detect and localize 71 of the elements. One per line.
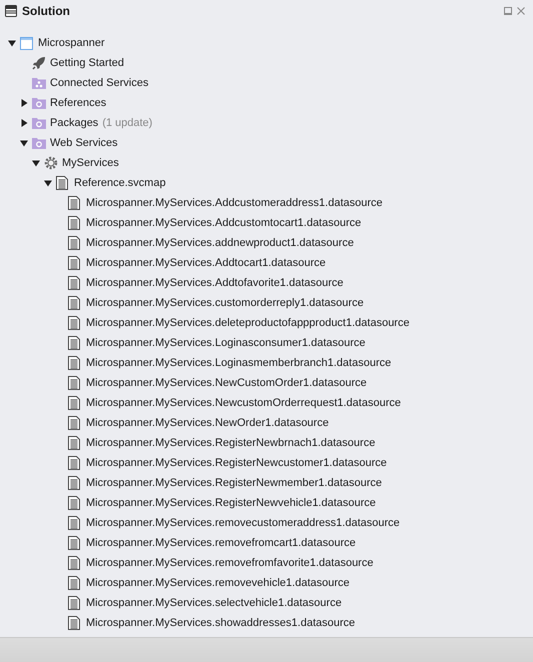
folder-icon [32, 97, 46, 109]
tree-item[interactable]: Microspanner.MyServices.deleteproductofappproduct1.datasource [86, 317, 410, 329]
tree-item[interactable]: References [50, 97, 106, 109]
document-icon [68, 276, 80, 290]
expand-arrow-icon[interactable] [20, 99, 28, 107]
tree-item[interactable]: MyServices [62, 157, 119, 169]
document-icon [68, 296, 80, 310]
tree-item[interactable]: Microspanner.MyServices.RegisterNewvehicle1.datasource [86, 497, 376, 509]
tree-item[interactable]: Microspanner.MyServices.removevehicle1.datasource [86, 577, 350, 589]
document-icon [56, 176, 68, 190]
document-icon [68, 216, 80, 230]
tree-item[interactable]: Microspanner.MyServices.showaddresses1.datasource [86, 617, 356, 629]
document-icon [68, 516, 80, 530]
collapse-arrow-icon[interactable] [32, 159, 40, 167]
document-icon [68, 396, 80, 410]
document-icon [68, 436, 80, 450]
document-icon [68, 416, 80, 430]
tree-item[interactable]: Microspanner.MyServices.removefromfavorite1.datasource [86, 557, 374, 569]
document-icon [68, 496, 80, 510]
collapse-arrow-icon[interactable] [8, 39, 16, 47]
collapse-arrow-icon[interactable] [20, 139, 28, 147]
document-icon [68, 456, 80, 470]
tree-item[interactable]: Microspanner.MyServices.NewCustomOrder1.datasource [86, 377, 367, 389]
tree-item[interactable]: Microspanner.MyServices.NewOrder1.datasource [86, 417, 329, 429]
document-icon [68, 616, 80, 630]
tree-item[interactable]: Microspanner.MyServices.Addtofavorite1.datasource [86, 277, 344, 289]
tree-item[interactable]: Microspanner [38, 37, 105, 49]
document-icon [68, 336, 80, 350]
document-icon [68, 576, 80, 590]
folder-icon [32, 77, 46, 89]
tree-item[interactable]: Microspanner.MyServices.Addcustomeraddress1.datasource [86, 197, 383, 209]
document-icon [68, 376, 80, 390]
folder-icon [32, 117, 46, 129]
folder-icon [32, 137, 46, 149]
document-icon [68, 556, 80, 570]
tree-item[interactable]: Microspanner.MyServices.RegisterNewmember1.datasource [86, 477, 382, 489]
tree-item[interactable]: Packages [50, 117, 98, 129]
collapse-arrow-icon[interactable] [44, 179, 52, 187]
document-icon [68, 596, 80, 610]
tree-item[interactable]: Microspanner.MyServices.addnewproduct1.datasource [86, 237, 354, 249]
tree-item[interactable]: Microspanner.MyServices.removefromcart1.datasource [86, 537, 356, 549]
tree-item[interactable]: Microspanner.MyServices.Addcustomtocart1.datasource [86, 217, 362, 229]
tree-item[interactable]: Reference.svcmap [74, 177, 166, 189]
tree-item[interactable]: Microspanner.MyServices.RegisterNewcustomer1.datasource [86, 457, 387, 469]
panel-title: Solution [22, 4, 70, 18]
document-icon [68, 196, 80, 210]
tree-item[interactable]: Microspanner.MyServices.Addtocart1.datasource [86, 257, 326, 269]
panel-icon [5, 5, 17, 17]
window-icon [20, 36, 33, 50]
tree-item[interactable]: Microspanner.MyServices.Loginasconsumer1.datasource [86, 337, 366, 349]
close-icon[interactable] [517, 7, 525, 15]
tree-item[interactable]: Microspanner.MyServices.customorderreply1.datasource [86, 297, 364, 309]
tree-item[interactable]: Microspanner.MyServices.NewcustomOrderrequest1.datasource [86, 397, 401, 409]
tree-item[interactable]: Microspanner.MyServices.Loginasmemberbranch1.datasource [86, 357, 392, 369]
document-icon [68, 256, 80, 270]
expand-arrow-icon[interactable] [20, 119, 28, 127]
update-note: (1 update) [102, 117, 152, 129]
tree-item[interactable]: Microspanner.MyServices.selectvehicle1.datasource [86, 597, 342, 609]
tree-item[interactable]: Getting Started [50, 57, 124, 69]
document-icon [68, 476, 80, 490]
tree-item[interactable]: Microspanner.MyServices.removecustomeraddress1.datasource [86, 517, 400, 529]
gear-icon [44, 156, 58, 170]
tree-item[interactable]: Microspanner.MyServices.RegisterNewbrnach1.datasource [86, 437, 376, 449]
document-icon [68, 536, 80, 550]
document-icon [68, 356, 80, 370]
tree-item[interactable]: Web Services [50, 137, 118, 149]
document-icon [68, 236, 80, 250]
document-icon [68, 316, 80, 330]
maximize-icon[interactable] [504, 7, 512, 15]
tree-item[interactable]: Connected Services [50, 77, 148, 89]
rocket-icon [32, 56, 46, 70]
